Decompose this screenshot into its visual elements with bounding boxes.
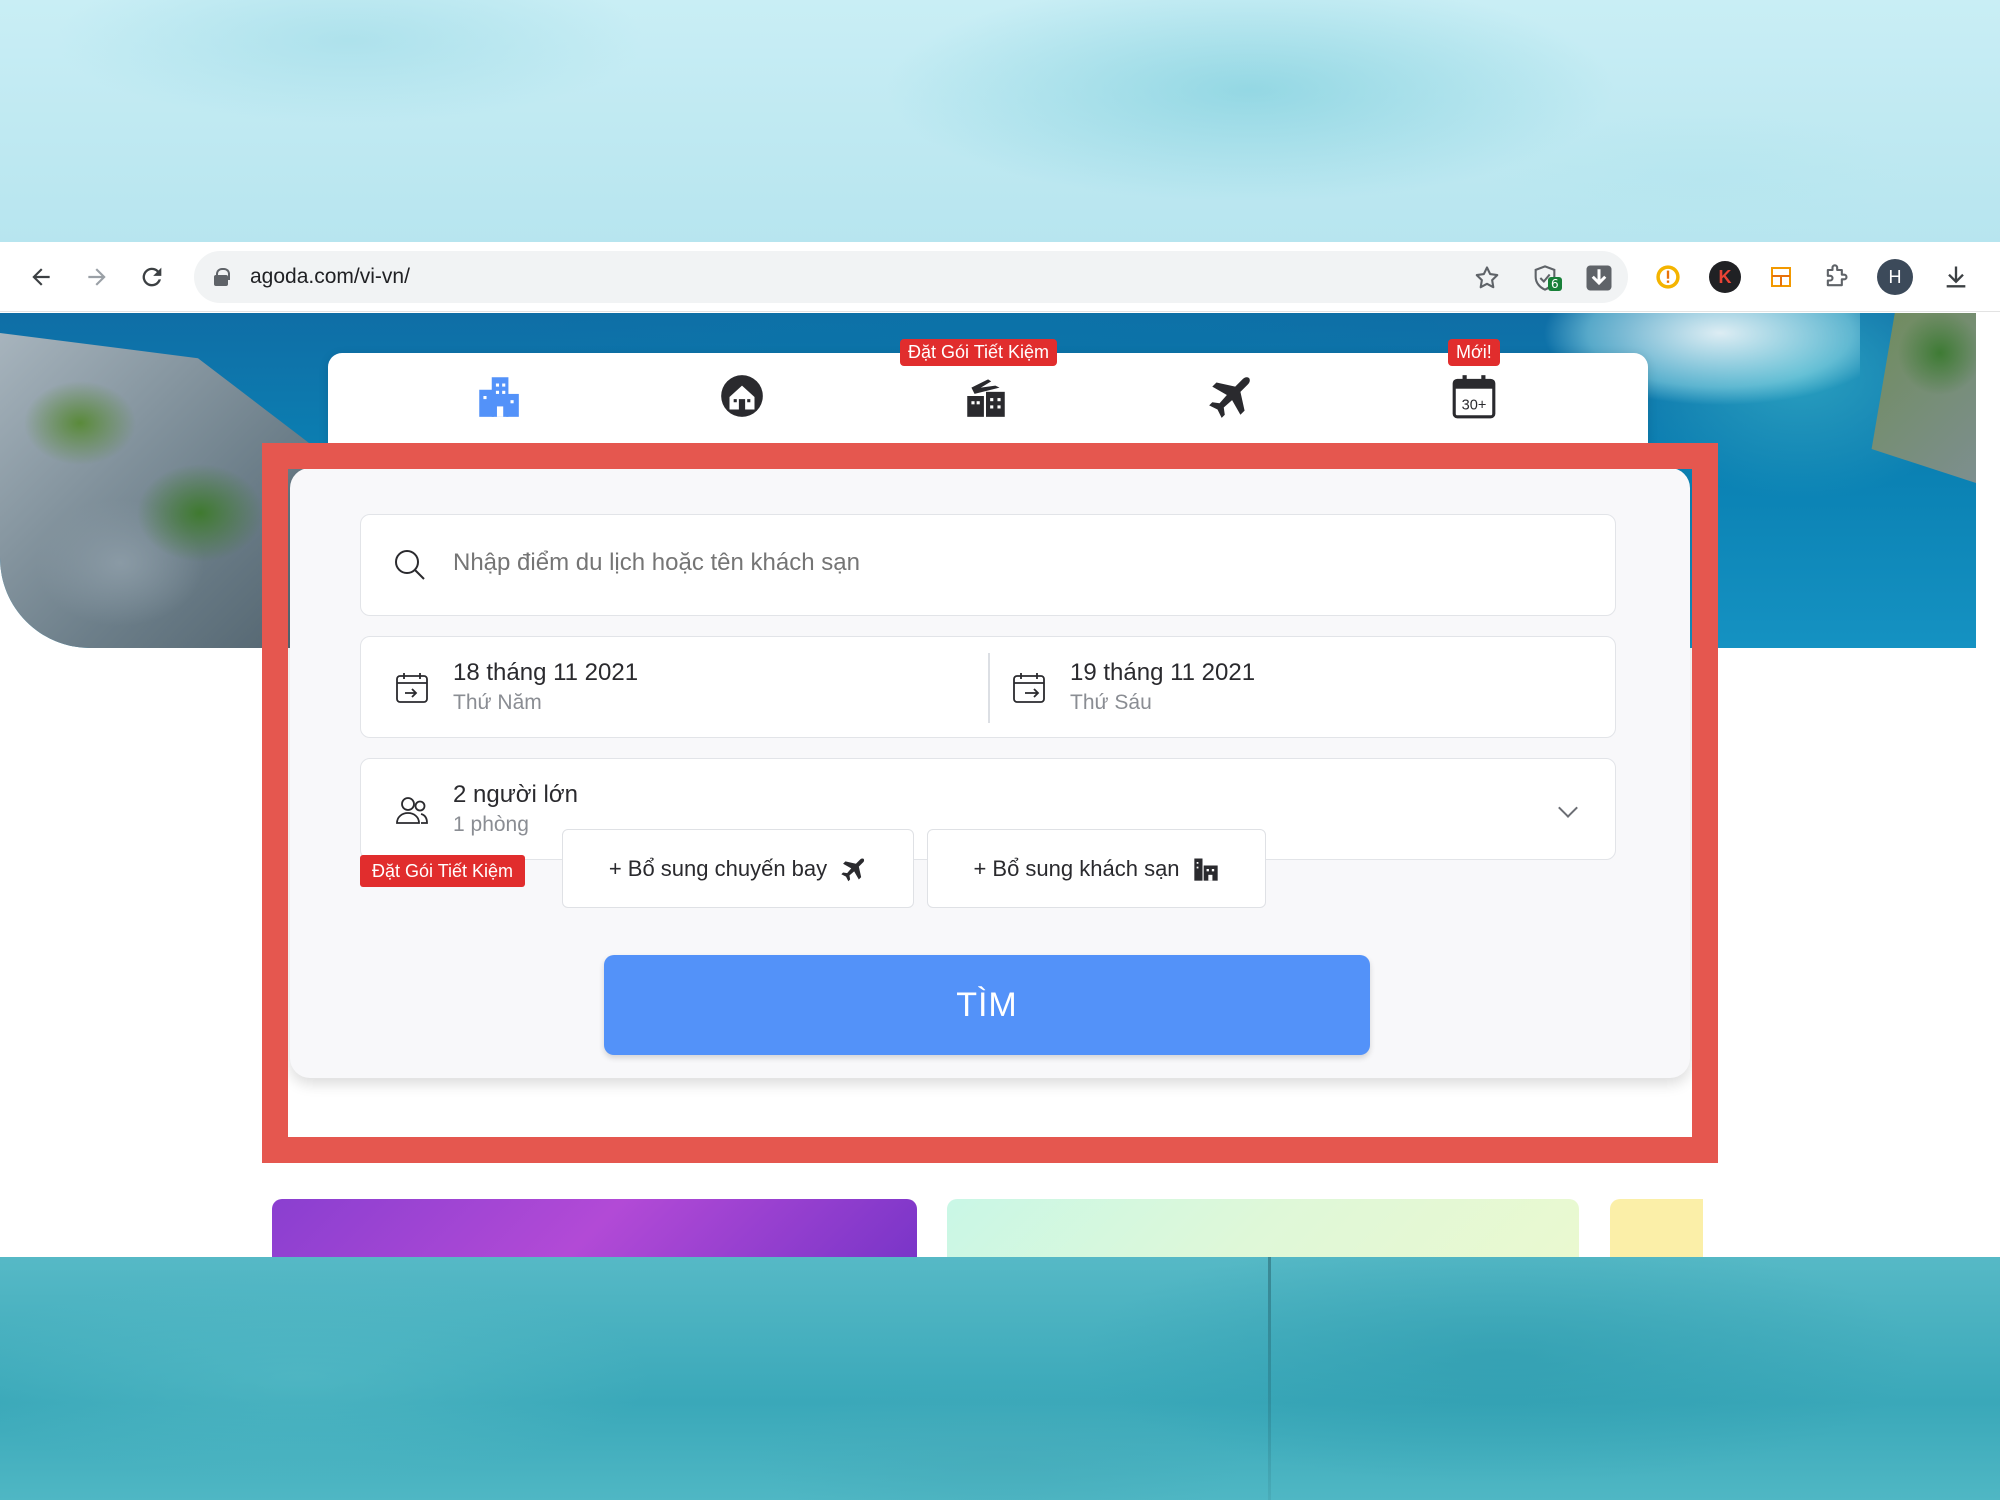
promo-card-1[interactable] [272, 1199, 917, 1257]
reload-button[interactable] [131, 256, 173, 298]
add-flight-button[interactable]: + Bổ sung chuyến bay [562, 829, 914, 908]
profile-avatar[interactable]: H [1877, 259, 1913, 295]
calendar-30-icon: 30+ [1452, 375, 1496, 419]
address-bar[interactable]: agoda.com/vi-vn/ 6 [194, 251, 1628, 303]
promo-card-2[interactable] [947, 1199, 1579, 1257]
hero-island-right [1871, 313, 1976, 483]
shield-extension-icon[interactable]: 6 [1530, 263, 1562, 293]
promo-card-3[interactable] [1610, 1199, 1703, 1257]
add-hotel-button[interactable]: + Bổ sung khách sạn [927, 829, 1266, 908]
downloads-icon[interactable] [1940, 261, 1972, 293]
back-button[interactable] [20, 256, 62, 298]
hotel-icon [479, 377, 519, 417]
puzzle-extensions-icon[interactable] [1820, 261, 1852, 293]
reload-icon [142, 267, 162, 287]
bookmark-star-icon[interactable] [1472, 263, 1502, 293]
svg-text:30+: 30+ [1462, 398, 1487, 414]
tab-new-badge: Mới! [1448, 339, 1500, 366]
add-flight-label: + Bổ sung chuyến bay [608, 855, 828, 881]
search-button[interactable]: TÌM [604, 955, 1370, 1055]
alert-extension-icon[interactable] [1652, 261, 1684, 293]
wallpaper-top [0, 0, 2000, 242]
shield-extension-badge: 6 [1548, 277, 1562, 291]
building-icon [1193, 858, 1218, 881]
browser-window: agoda.com/vi-vn/ 6 K H Đặt Gói Tiết Kiệm… [0, 242, 2000, 1257]
flight-icon [1209, 377, 1250, 418]
forward-button[interactable] [76, 256, 118, 298]
highlight-frame [262, 443, 1718, 1163]
add-hotel-label: + Bổ sung khách sạn [973, 855, 1180, 881]
home-icon [721, 375, 763, 417]
flight-hotel-icon [967, 379, 1005, 417]
wallpaper-bottom [0, 1257, 2000, 1500]
k-extension-icon[interactable]: K [1709, 261, 1741, 293]
package-deal-badge: Đặt Gói Tiết Kiệm [360, 855, 526, 887]
lock-icon [214, 268, 230, 286]
layout-extension-icon[interactable] [1765, 261, 1797, 293]
forward-arrow-icon [88, 268, 106, 286]
browser-toolbar: agoda.com/vi-vn/ 6 K H [0, 242, 2000, 312]
plane-icon [841, 858, 865, 881]
back-arrow-icon [32, 268, 50, 286]
download-extension-icon[interactable] [1584, 263, 1614, 293]
agoda-page: Đặt Gói Tiết Kiệm 30+ Mới! Nhập điểm du … [0, 313, 1976, 1257]
url-text[interactable]: agoda.com/vi-vn/ [250, 265, 410, 289]
tab-flight-hotel-badge: Đặt Gói Tiết Kiệm [900, 339, 1058, 366]
